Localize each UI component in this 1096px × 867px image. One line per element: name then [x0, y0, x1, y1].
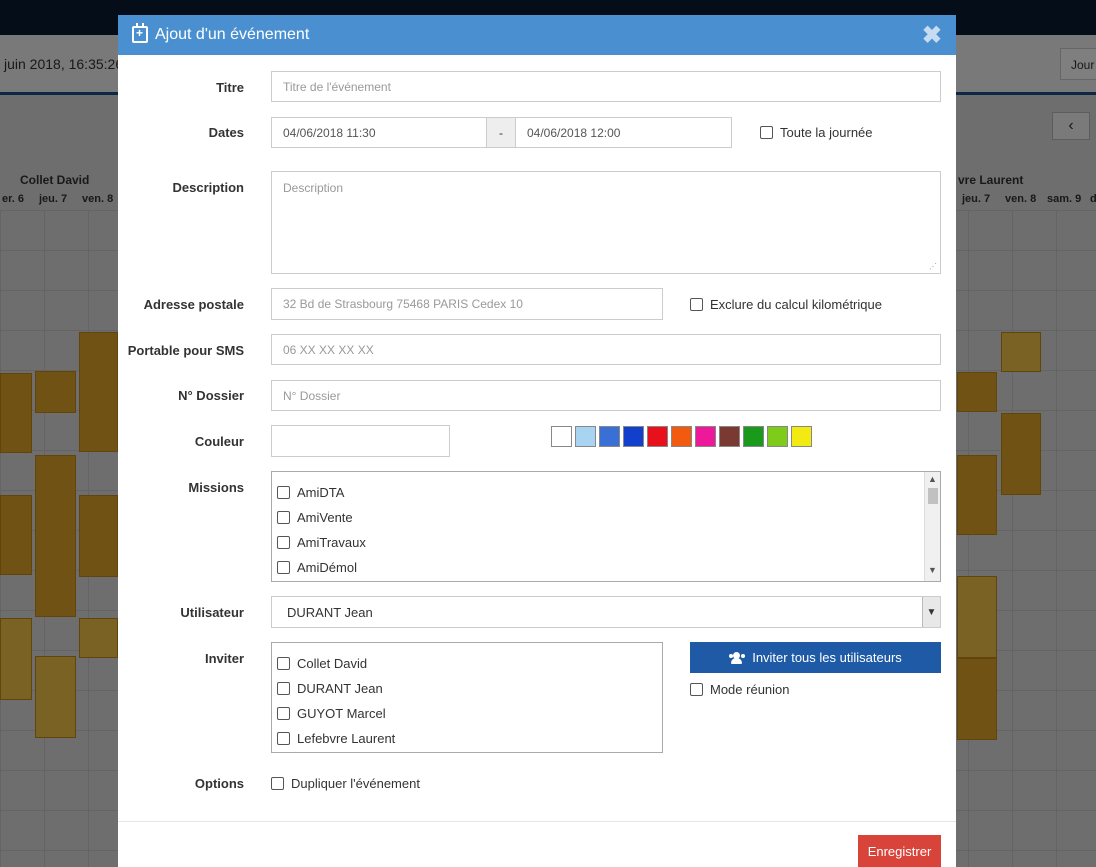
checkbox-box[interactable]	[277, 682, 290, 695]
portable-input[interactable]: 06 XX XX XX XX	[271, 334, 941, 365]
color-swatch[interactable]	[599, 426, 620, 447]
color-swatch[interactable]	[695, 426, 716, 447]
checkbox-box[interactable]	[271, 777, 284, 790]
invitee-label: GUYOT Marcel	[297, 706, 386, 721]
save-button[interactable]: Enregistrer	[858, 835, 941, 867]
date-separator: -	[486, 117, 516, 148]
scroll-thumb[interactable]	[928, 488, 938, 504]
titre-input[interactable]: Titre de l'événement	[271, 71, 941, 102]
list-item[interactable]: AmiTravaux	[277, 535, 366, 550]
users-icon	[729, 651, 746, 664]
label-titre: Titre	[216, 80, 244, 95]
modal-header: Ajout d'un événement ✖	[118, 15, 956, 55]
mission-label: AmiVente	[297, 510, 353, 525]
couleur-input[interactable]	[271, 425, 450, 457]
chevron-down-icon[interactable]: ▼	[922, 597, 940, 627]
scroll-down-icon[interactable]: ▼	[925, 565, 940, 579]
list-item[interactable]: GUYOT Marcel	[277, 706, 386, 721]
invitee-label: Lefebvre Laurent	[297, 731, 396, 746]
resize-handle-icon[interactable]: ⋰	[929, 262, 937, 271]
scroll-up-icon[interactable]: ▲	[925, 474, 940, 488]
close-button[interactable]: ✖	[922, 21, 942, 50]
label-description: Description	[172, 180, 244, 195]
label-options: Options	[194, 776, 244, 791]
toute-journee-label: Toute la journée	[780, 125, 873, 140]
date-start-input[interactable]: 04/06/2018 11:30	[271, 117, 487, 148]
add-event-modal: Ajout d'un événement ✖ Titre Titre de l'…	[118, 15, 956, 867]
color-swatch[interactable]	[575, 426, 596, 447]
list-item[interactable]: AmiDémol	[277, 560, 357, 575]
list-item[interactable]: Lefebvre Laurent	[277, 731, 395, 746]
adresse-input[interactable]: 32 Bd de Strasbourg 75468 PARIS Cedex 10	[271, 288, 663, 320]
checkbox-box[interactable]	[277, 511, 290, 524]
mission-label: AmiDTA	[297, 485, 345, 500]
checkbox-box[interactable]	[277, 732, 290, 745]
checkbox-box[interactable]	[690, 298, 703, 311]
color-swatch[interactable]	[551, 426, 572, 447]
checkbox-box[interactable]	[277, 707, 290, 720]
color-swatch[interactable]	[767, 426, 788, 447]
modal-title: Ajout d'un événement	[155, 26, 310, 43]
color-swatch[interactable]	[647, 426, 668, 447]
label-portable: Portable pour SMS	[127, 343, 244, 358]
missions-scrollbar[interactable]: ▲ ▼	[924, 472, 940, 581]
list-item[interactable]: AmiVente	[277, 510, 353, 525]
list-item[interactable]: DURANT Jean	[277, 681, 383, 696]
label-utilisateur: Utilisateur	[180, 605, 244, 620]
invite-all-button[interactable]: Inviter tous les utilisateurs	[690, 642, 941, 673]
exclure-km-checkbox[interactable]: Exclure du calcul kilométrique	[690, 297, 882, 312]
dupliquer-label: Dupliquer l'événement	[291, 776, 420, 791]
checkbox-box[interactable]	[760, 126, 773, 139]
mode-reunion-label: Mode réunion	[710, 682, 790, 697]
label-missions: Missions	[188, 480, 244, 495]
dossier-input[interactable]: N° Dossier	[271, 380, 941, 411]
checkbox-box[interactable]	[277, 486, 290, 499]
utilisateur-select[interactable]: DURANT Jean ▼	[271, 596, 941, 628]
color-swatch[interactable]	[743, 426, 764, 447]
mission-label: AmiDémol	[297, 560, 357, 575]
checkbox-box[interactable]	[690, 683, 703, 696]
label-inviter: Inviter	[204, 651, 244, 666]
label-dates: Dates	[208, 125, 244, 140]
invitees-list[interactable]: Collet David DURANT Jean GUYOT Marcel Le…	[271, 642, 663, 753]
label-adresse: Adresse postale	[143, 297, 244, 312]
utilisateur-selected: DURANT Jean	[287, 604, 373, 620]
toute-journee-checkbox[interactable]: Toute la journée	[760, 125, 873, 140]
invitee-label: Collet David	[297, 656, 368, 671]
description-placeholder: Description	[283, 181, 344, 195]
color-swatch[interactable]	[791, 426, 812, 447]
invitee-label: DURANT Jean	[297, 681, 383, 696]
calendar-plus-icon	[132, 23, 148, 43]
dupliquer-checkbox[interactable]: Dupliquer l'événement	[271, 776, 420, 791]
mission-label: AmiTravaux	[297, 535, 366, 550]
color-swatch[interactable]	[623, 426, 644, 447]
description-textarea[interactable]: Description ⋰	[271, 171, 941, 274]
exclure-km-label: Exclure du calcul kilométrique	[710, 297, 882, 312]
missions-list[interactable]: AmiDTA AmiVente AmiTravaux AmiDémol ▲ ▼	[271, 471, 941, 582]
checkbox-box[interactable]	[277, 536, 290, 549]
checkbox-box[interactable]	[277, 657, 290, 670]
list-item[interactable]: Collet David	[277, 656, 367, 671]
color-swatch[interactable]	[719, 426, 740, 447]
date-end-input[interactable]: 04/06/2018 12:00	[515, 117, 732, 148]
color-swatch[interactable]	[671, 426, 692, 447]
list-item[interactable]: AmiDTA	[277, 485, 344, 500]
mode-reunion-checkbox[interactable]: Mode réunion	[690, 682, 790, 697]
checkbox-box[interactable]	[277, 561, 290, 574]
label-couleur: Couleur	[194, 434, 244, 449]
invite-all-label: Inviter tous les utilisateurs	[752, 650, 902, 665]
label-dossier: N° Dossier	[178, 388, 244, 403]
footer-divider	[118, 821, 956, 822]
